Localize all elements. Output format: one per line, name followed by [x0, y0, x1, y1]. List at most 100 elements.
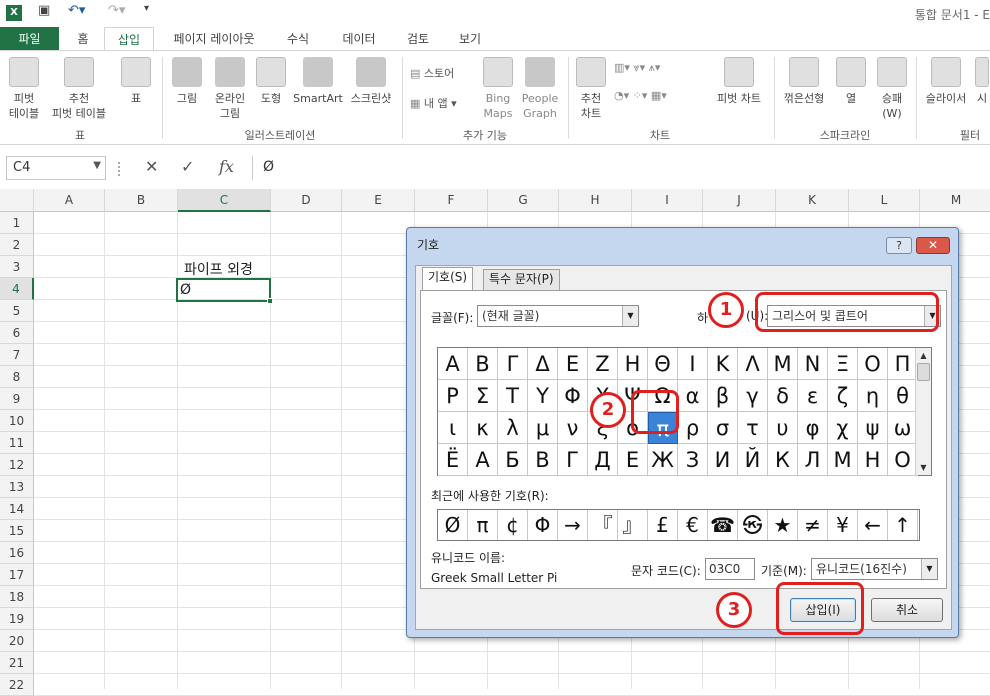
tab-page-layout[interactable]: 페이지 레이아웃 [164, 27, 264, 51]
row-header-4[interactable]: 4 [0, 278, 34, 300]
symbol-cell[interactable]: χ [828, 412, 858, 444]
scroll-thumb[interactable] [917, 363, 930, 381]
symbol-cell[interactable]: δ [768, 380, 798, 412]
from-select[interactable]: 유니코드(16진수) ▼ [811, 558, 938, 580]
recent-symbol-cell[interactable]: 『 [588, 510, 618, 540]
table-button[interactable]: 표 [116, 55, 156, 106]
help-button[interactable]: ? [886, 237, 912, 254]
symbol-cell[interactable]: Б [498, 444, 528, 476]
tab-special-characters[interactable]: 특수 문자(P) [483, 269, 560, 290]
symbol-cell[interactable]: Й [738, 444, 768, 476]
symbol-cell[interactable]: θ [888, 380, 918, 412]
symbol-cell[interactable]: ζ [828, 380, 858, 412]
symbol-cell[interactable]: Τ [498, 380, 528, 412]
row-header-1[interactable]: 1 [0, 212, 34, 234]
scroll-down-icon[interactable]: ▼ [916, 460, 931, 475]
column-header-d[interactable]: D [271, 189, 342, 212]
tab-file[interactable]: 파일 [0, 27, 59, 51]
symbol-cell[interactable]: Θ [648, 348, 678, 380]
column-header-j[interactable]: J [703, 189, 776, 212]
row-header-9[interactable]: 9 [0, 388, 34, 410]
symbol-cell[interactable]: ρ [678, 412, 708, 444]
row-header-8[interactable]: 8 [0, 366, 34, 388]
row-header-7[interactable]: 7 [0, 344, 34, 366]
row-header-2[interactable]: 2 [0, 234, 34, 256]
char-code-input[interactable]: 03C0 [705, 558, 755, 580]
save-icon[interactable]: ▣ [38, 3, 50, 23]
symbol-cell[interactable]: Ν [798, 348, 828, 380]
symbol-cell[interactable]: Υ [528, 380, 558, 412]
column-header-k[interactable]: K [776, 189, 849, 212]
screenshot-button[interactable]: 스크린샷 [346, 55, 396, 106]
symbol-cell[interactable]: Е [618, 444, 648, 476]
symbol-cell[interactable]: γ [738, 380, 768, 412]
symbol-cell[interactable]: О [888, 444, 918, 476]
column-header-a[interactable]: A [34, 189, 105, 212]
recent-symbol-cell[interactable]: ★ [768, 510, 798, 540]
chevron-down-icon[interactable]: ▼ [93, 160, 101, 171]
tab-formulas[interactable]: 수식 [278, 27, 318, 51]
recent-symbol-cell[interactable]: ¥ [828, 510, 858, 540]
row-header-13[interactable]: 13 [0, 476, 34, 498]
enter-icon[interactable]: ✓ [181, 157, 194, 176]
symbol-cell[interactable]: σ [708, 412, 738, 444]
symbol-cell[interactable]: Φ [558, 380, 588, 412]
column-header-l[interactable]: L [849, 189, 920, 212]
customize-icon[interactable]: ▾ [144, 3, 149, 23]
bing-maps-button[interactable]: Bing Maps [480, 55, 516, 121]
sparkline-line-button[interactable]: 꺾은선형 [778, 55, 830, 106]
recent-symbol-cell[interactable]: Φ [528, 510, 558, 540]
symbol-cell[interactable]: λ [498, 412, 528, 444]
symbol-cell[interactable]: Λ [738, 348, 768, 380]
recent-symbol-cell[interactable]: ¢ [498, 510, 528, 540]
symbol-cell[interactable]: Κ [708, 348, 738, 380]
symbol-cell[interactable]: Ё [438, 444, 468, 476]
symbol-cell[interactable]: μ [528, 412, 558, 444]
column-header-e[interactable]: E [342, 189, 415, 212]
insert-function-icon[interactable]: fx [219, 157, 234, 176]
sparkline-column-button[interactable]: 열 [834, 55, 868, 106]
symbol-grid[interactable]: ΑΒΓΔΕΖΗΘΙΚΛΜΝΞΟΠΡΣΤΥΦΧΨΩαβγδεζηθικλμνξοπ… [437, 347, 932, 476]
symbol-cell[interactable]: Γ [498, 348, 528, 380]
symbol-cell[interactable]: В [528, 444, 558, 476]
fill-handle[interactable] [267, 298, 273, 304]
people-graph-button[interactable]: People Graph [518, 55, 562, 121]
recent-symbol-cell[interactable]: 』 [618, 510, 648, 540]
scroll-up-icon[interactable]: ▲ [916, 348, 931, 363]
recent-symbol-cell[interactable]: ← [858, 510, 888, 540]
column-header-h[interactable]: H [559, 189, 632, 212]
symbol-cell[interactable]: ψ [858, 412, 888, 444]
row-header-21[interactable]: 21 [0, 652, 34, 674]
chevron-down-icon[interactable]: ▼ [622, 306, 638, 326]
column-header-f[interactable]: F [415, 189, 488, 212]
select-all-corner[interactable] [0, 189, 34, 212]
row-header-20[interactable]: 20 [0, 630, 34, 652]
symbol-cell[interactable]: М [828, 444, 858, 476]
timeline-button[interactable]: 시 [974, 55, 990, 106]
cancel-button[interactable]: 취소 [871, 598, 943, 622]
recent-symbol-cell[interactable]: Ø [438, 510, 468, 540]
symbol-cell[interactable]: А [468, 444, 498, 476]
column-header-c[interactable]: C [178, 189, 271, 212]
symbol-cell[interactable]: К [768, 444, 798, 476]
symbol-cell[interactable]: τ [738, 412, 768, 444]
row-header-15[interactable]: 15 [0, 520, 34, 542]
tab-symbols[interactable]: 기호(S) [422, 267, 474, 290]
formula-input[interactable]: Ø [252, 156, 990, 180]
symbol-cell[interactable]: Σ [468, 380, 498, 412]
sparkline-winloss-button[interactable]: 승패 (W) [872, 55, 912, 121]
tab-data[interactable]: 데이터 [334, 27, 384, 51]
symbol-cell[interactable]: Α [438, 348, 468, 380]
symbol-cell[interactable]: ν [558, 412, 588, 444]
symbol-cell[interactable]: И [708, 444, 738, 476]
chevron-down-icon[interactable]: ▼ [921, 559, 937, 579]
symbol-cell[interactable]: Ε [558, 348, 588, 380]
symbol-cell[interactable]: β [708, 380, 738, 412]
column-header-g[interactable]: G [488, 189, 559, 212]
symbol-cell[interactable]: Н [858, 444, 888, 476]
symbol-cell[interactable]: Μ [768, 348, 798, 380]
tab-home[interactable]: 홈 [68, 27, 98, 51]
store-button[interactable]: ▤ 스토어 [410, 67, 454, 81]
undo-icon[interactable]: ↶▾ [68, 3, 85, 23]
tab-review[interactable]: 검토 [398, 27, 438, 51]
